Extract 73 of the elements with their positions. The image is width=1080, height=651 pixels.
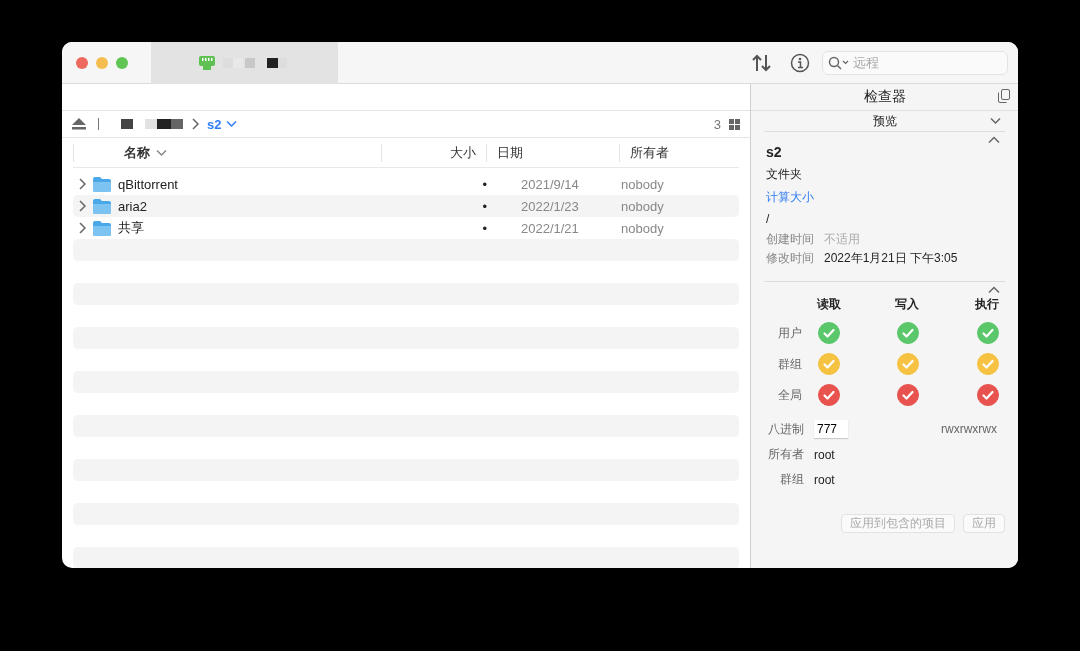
folder-icon (93, 198, 111, 214)
chevron-down-icon[interactable] (226, 120, 238, 128)
network-port-icon (198, 55, 215, 70)
owner-cell: nobody (621, 198, 664, 214)
copy-icon[interactable] (998, 89, 1010, 103)
info-icon[interactable] (790, 52, 810, 73)
file-name[interactable]: aria2 (118, 198, 147, 214)
calculate-size-link[interactable]: 计算大小 (766, 189, 814, 206)
field-label: 群组 (779, 471, 804, 488)
chevron-up-icon[interactable] (988, 136, 1000, 144)
size-cell: • (482, 176, 487, 192)
field-label: 创建时间 (766, 231, 814, 248)
folder-icon (93, 220, 111, 236)
permission-checkbox[interactable] (977, 353, 999, 375)
permission-checkbox[interactable] (897, 353, 919, 375)
owner-cell: nobody (621, 176, 664, 192)
preview-section-header[interactable]: 预览 (872, 112, 897, 130)
grid-view-icon[interactable] (729, 118, 740, 130)
date-cell: 2022/1/21 (521, 220, 579, 236)
permission-column-header: 执行 (974, 296, 1000, 313)
field-label: 八进制 (767, 420, 804, 438)
column-header[interactable]: 所有者 (630, 143, 670, 162)
date-cell: 2021/9/14 (521, 176, 579, 192)
permission-column-header: 读取 (816, 296, 842, 313)
file-name[interactable]: 共享 (118, 219, 144, 237)
column-header[interactable]: 日期 (496, 143, 523, 162)
owner-cell: nobody (621, 220, 664, 236)
permission-checkbox[interactable] (897, 384, 919, 406)
item-name: s2 (766, 144, 783, 160)
permission-column-header: 写入 (894, 296, 920, 313)
chevron-down-icon[interactable] (990, 117, 1001, 125)
redaction-blocks (121, 119, 183, 129)
permission-row-label: 全局 (777, 386, 803, 404)
sort-chevron-icon[interactable] (156, 148, 167, 157)
permission-checkbox[interactable] (977, 384, 999, 406)
item-kind: 文件夹 (766, 166, 803, 183)
file-name[interactable]: qBittorrent (118, 176, 178, 192)
octal-field[interactable]: 777 (814, 420, 848, 438)
size-cell: • (482, 198, 487, 214)
size-cell: • (482, 220, 487, 236)
field-value: 2022年1月21日 下午3:05 (824, 250, 958, 267)
field-value: root (814, 472, 835, 487)
field-value: 不适用 (824, 231, 860, 248)
folder-icon (93, 176, 111, 192)
field-label: 修改时间 (766, 250, 814, 267)
permission-row-label: 群组 (777, 355, 803, 373)
chevron-right-icon[interactable] (78, 222, 86, 234)
permission-checkbox[interactable] (897, 322, 919, 344)
field-label: 所有者 (767, 446, 804, 463)
zoom-button[interactable] (116, 56, 128, 69)
permission-row-label: 用户 (777, 324, 803, 342)
chevron-right-icon[interactable] (78, 200, 86, 212)
column-header[interactable]: 大小 (449, 143, 476, 162)
permission-checkbox[interactable] (977, 322, 999, 344)
chevron-up-icon[interactable] (988, 286, 1000, 294)
permission-checkbox[interactable] (818, 384, 840, 406)
search-icon[interactable] (828, 55, 850, 70)
symbolic-permissions: rwxrwxrwx (941, 422, 998, 436)
permission-checkbox[interactable] (818, 322, 840, 344)
field-value: root (814, 447, 835, 462)
permission-checkbox[interactable] (818, 353, 840, 375)
date-cell: 2022/1/23 (521, 198, 579, 214)
eject-icon[interactable] (72, 118, 86, 130)
sort-arrows-icon[interactable] (752, 53, 772, 72)
chevron-right-icon[interactable] (191, 118, 199, 130)
search-field[interactable]: 远程 (822, 50, 1008, 75)
chevron-right-icon[interactable] (78, 178, 86, 190)
item-count: 3 (713, 116, 721, 132)
item-path: / (766, 212, 770, 226)
inspector-title: 检查器 (863, 88, 906, 106)
column-header[interactable]: 名称 (124, 143, 150, 162)
close-button[interactable] (76, 56, 88, 69)
current-folder-link[interactable]: s2 (207, 116, 222, 132)
